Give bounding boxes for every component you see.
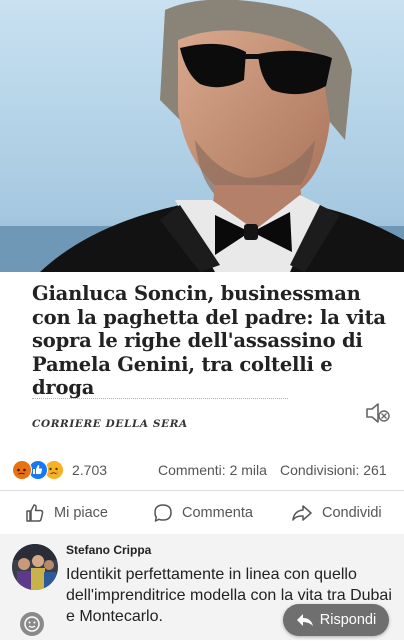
photo-image [0,0,404,272]
thumbs-up-icon [26,504,44,522]
article-source: CORRIERE DELLA SERA [32,418,188,430]
like-label: Mi piace [54,505,108,521]
article-headline[interactable]: Gianluca Soncin, businessman con la pagh… [32,282,392,400]
share-label: Condividi [322,505,382,521]
shares-count[interactable]: Condivisioni: 261 [280,462,387,478]
share-button[interactable]: Condividi [290,500,382,526]
divider [0,490,404,491]
comment-preview: Stefano Crippa Identikit perfettamente i… [0,534,404,640]
comment-button[interactable]: Commenta [152,500,253,526]
reply-label: Rispondi [319,612,377,628]
reaction-stats: 2.703 Commenti: 2 mila Condivisioni: 261 [0,452,404,488]
reply-arrow-icon [296,614,313,626]
comment-label: Commenta [182,505,253,521]
share-arrow-icon [292,505,312,521]
action-bar: Mi piace Commenta Condividi [0,494,404,532]
article-preview[interactable]: Gianluca Soncin, businessman con la pagh… [0,272,404,448]
comments-count[interactable]: Commenti: 2 mila [158,462,267,478]
like-button[interactable]: Mi piace [24,500,108,526]
comment-author[interactable]: Stefano Crippa [66,543,151,557]
reaction-count[interactable]: 2.703 [72,462,107,478]
reply-button[interactable]: Rispondi [283,604,389,636]
divider [32,398,288,399]
article-photo[interactable] [0,0,404,272]
angry-reaction-icon [12,460,32,480]
mute-icon[interactable] [364,400,392,426]
comment-bubble-icon [154,504,172,522]
avatar[interactable] [12,544,58,590]
emoji-icon[interactable] [20,612,44,636]
